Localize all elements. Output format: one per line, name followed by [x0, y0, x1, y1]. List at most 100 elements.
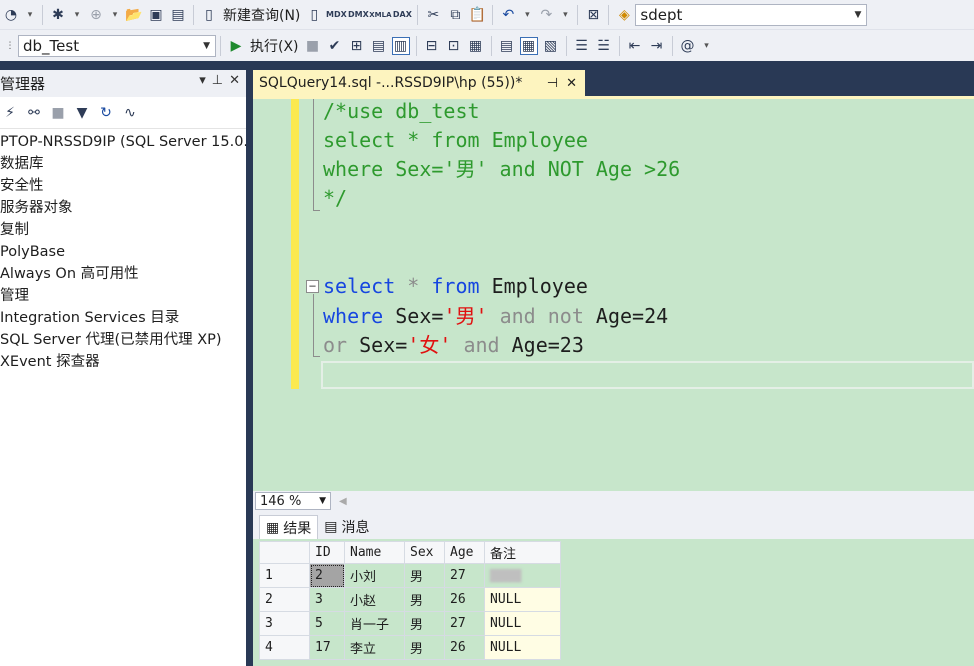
display-estimated-plan-icon[interactable]: ⊞ [348, 37, 366, 55]
cut-icon[interactable]: ✂ [424, 6, 442, 24]
tree-node-polybase[interactable]: PolyBase [0, 241, 246, 263]
uncomment-lines-icon[interactable]: ☱ [595, 37, 613, 55]
client-statistics-icon[interactable]: ▦ [467, 37, 485, 55]
save-icon[interactable]: ▣ [147, 6, 165, 24]
column-header-note[interactable]: 备注 [484, 541, 561, 564]
cancel-query-icon[interactable]: ■ [304, 37, 322, 55]
results-grid[interactable]: ID Name Sex Age 备注 1 2 小刘 男 27 ▇▇▇▇ 2 3 … [259, 541, 561, 660]
grid-cell[interactable]: 26 [444, 635, 485, 660]
grid-cell-null[interactable]: NULL [484, 587, 561, 612]
collapse-region-icon[interactable]: − [306, 280, 319, 293]
row-number[interactable]: 2 [259, 587, 310, 612]
add-item-icon[interactable]: ⊕ [87, 6, 105, 24]
grid-cell-selected[interactable]: 2 [309, 563, 345, 588]
tree-node-server[interactable]: PTOP-NRSSD9IP (SQL Server 15.0.2 [0, 131, 246, 153]
sql-editor[interactable]: /*use db_test select * from Employee whe… [253, 99, 974, 491]
tree-node-xevent-profiler[interactable]: XEvent 探查器 [0, 351, 246, 373]
refresh-icon[interactable]: ↻ [96, 103, 116, 123]
dropdown-arrow-icon[interactable]: ▾ [521, 6, 533, 24]
pin-tab-icon[interactable]: ⊣ [547, 76, 558, 91]
grid-cell-null[interactable]: NULL [484, 635, 561, 660]
dropdown-arrow-icon[interactable]: ▾ [559, 6, 571, 24]
results-to-grid-icon[interactable]: ▦ [519, 36, 538, 55]
find-in-files-icon[interactable]: ◈ [615, 6, 633, 24]
tree-node-sql-agent[interactable]: SQL Server 代理(已禁用代理 XP) [0, 329, 246, 351]
intellisense-toggle-icon[interactable]: ▥ [391, 36, 410, 55]
live-query-stats-icon[interactable]: ⊡ [445, 37, 463, 55]
row-number[interactable]: 1 [259, 563, 310, 588]
column-header-id[interactable]: ID [309, 541, 345, 564]
grid-cell[interactable]: 肖一子 [344, 611, 405, 636]
dmx-query-icon[interactable]: DMX [348, 6, 369, 24]
paste-icon[interactable]: 📋 [468, 6, 486, 24]
scroll-left-icon[interactable]: ◀ [339, 496, 347, 507]
column-header-name[interactable]: Name [344, 541, 405, 564]
row-number[interactable]: 4 [259, 635, 310, 660]
toolbar-overflow-icon[interactable]: ▾ [701, 37, 713, 55]
search-combo[interactable]: sdept ▼ [635, 3, 868, 26]
query-options-icon[interactable]: ▤ [370, 37, 388, 55]
open-folder-icon[interactable]: 📂 [125, 6, 143, 24]
tab-sqlquery14[interactable]: SQLQuery14.sql -...RSSD9IP\hp (55))* ⊣ ✕ [253, 70, 585, 96]
stop-icon[interactable]: ■ [48, 103, 68, 123]
tree-node-replication[interactable]: 复制 [0, 219, 246, 241]
chevron-down-icon[interactable]: ▼ [854, 10, 861, 20]
parse-checkmark-icon[interactable]: ✔ [326, 37, 344, 55]
filter-icon[interactable]: ▼ [72, 103, 92, 123]
grid-cell[interactable]: 李立 [344, 635, 405, 660]
database-engine-query-icon[interactable]: ▯ [305, 6, 323, 24]
column-header-sex[interactable]: Sex [404, 541, 445, 564]
grid-cell[interactable]: 男 [404, 611, 445, 636]
copy-icon[interactable]: ⧉ [446, 6, 464, 24]
chevron-down-icon[interactable]: ▼ [203, 41, 210, 51]
grid-cell[interactable]: 17 [309, 635, 345, 660]
disconnect-icon[interactable]: ⚯ [24, 103, 44, 123]
row-number[interactable]: 3 [259, 611, 310, 636]
dropdown-arrow-icon[interactable]: ▾ [24, 6, 36, 24]
close-icon[interactable]: ✕ [229, 73, 240, 88]
grid-cell[interactable]: 小赵 [344, 587, 405, 612]
grid-cell[interactable]: 男 [404, 563, 445, 588]
back-icon[interactable]: ◔ [2, 6, 20, 24]
grid-corner[interactable] [259, 541, 310, 564]
decrease-indent-icon[interactable]: ⇤ [626, 37, 644, 55]
grid-cell[interactable]: 27 [444, 611, 485, 636]
activity-monitor-icon[interactable]: ⊠ [584, 6, 602, 24]
grid-cell[interactable]: 小刘 [344, 563, 405, 588]
grid-cell[interactable]: 27 [444, 563, 485, 588]
xmla-query-icon[interactable]: XMLA [369, 6, 391, 24]
comment-lines-icon[interactable]: ☰ [573, 37, 591, 55]
tree-node-integration-services[interactable]: Integration Services 目录 [0, 307, 246, 329]
pin-icon[interactable]: ⊥ [212, 73, 223, 88]
undo-icon[interactable]: ↶ [499, 6, 517, 24]
dax-query-icon[interactable]: DAX [393, 6, 412, 24]
tab-results[interactable]: ▦ 结果 [259, 515, 319, 539]
execute-play-icon[interactable]: ▶ [227, 37, 245, 55]
dropdown-arrow-icon[interactable]: ▾ [71, 6, 83, 24]
new-project-icon[interactable]: ✱ [49, 6, 67, 24]
zoom-select[interactable]: 146 % ▼ [255, 492, 331, 510]
include-actual-plan-icon[interactable]: ⊟ [423, 37, 441, 55]
tree-node-security[interactable]: 安全性 [0, 175, 246, 197]
grid-cell[interactable]: 26 [444, 587, 485, 612]
grid-cell[interactable]: 5 [309, 611, 345, 636]
close-tab-icon[interactable]: ✕ [566, 76, 577, 91]
connect-icon[interactable]: ⚡ [0, 103, 20, 123]
activity-monitor-icon[interactable]: ∿ [120, 103, 140, 123]
window-position-dropdown-icon[interactable]: ▾ [199, 73, 206, 88]
grid-cell[interactable]: 3 [309, 587, 345, 612]
database-select[interactable]: db_Test ▼ [18, 34, 216, 57]
new-query-button[interactable]: 新建查询(N) [223, 5, 300, 25]
tree-node-always-on[interactable]: Always On 高可用性 [0, 263, 246, 285]
results-to-text-icon[interactable]: ▤ [498, 37, 516, 55]
tree-node-server-objects[interactable]: 服务器对象 [0, 197, 246, 219]
grid-cell[interactable]: 男 [404, 635, 445, 660]
chevron-down-icon[interactable]: ▼ [319, 496, 326, 506]
increase-indent-icon[interactable]: ⇥ [648, 37, 666, 55]
tree-node-management[interactable]: 管理 [0, 285, 246, 307]
grid-cell[interactable]: 男 [404, 587, 445, 612]
column-header-age[interactable]: Age [444, 541, 485, 564]
specify-template-values-icon[interactable]: @ [679, 37, 697, 55]
execute-button[interactable]: 执行(X) [250, 36, 299, 56]
redo-icon[interactable]: ↷ [537, 6, 555, 24]
